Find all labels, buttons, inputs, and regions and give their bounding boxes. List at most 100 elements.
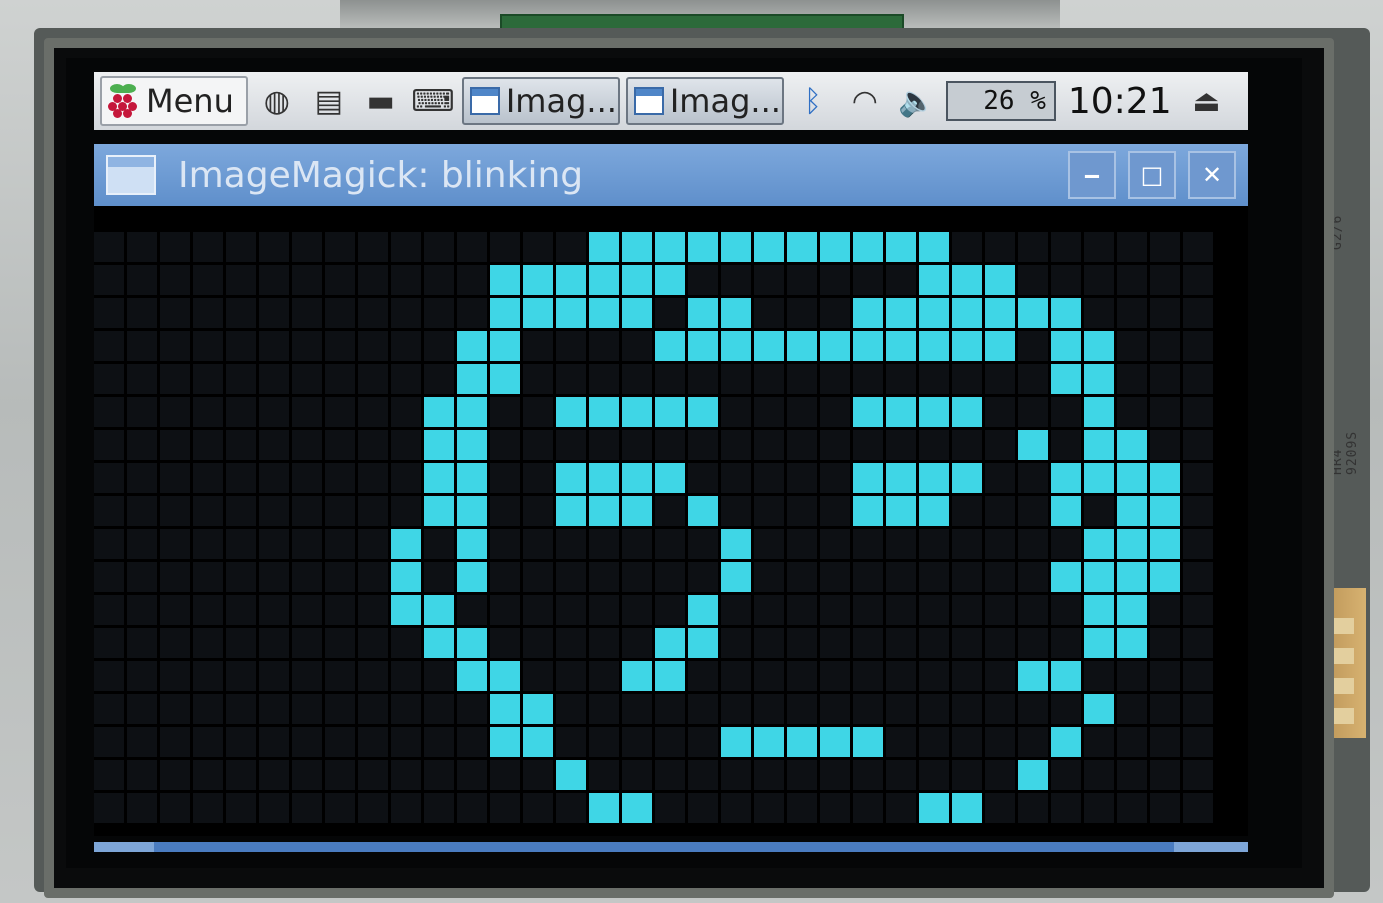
app-window-icon[interactable] (106, 155, 156, 195)
unlit-pixel (523, 661, 553, 691)
unlit-pixel (589, 364, 619, 394)
unlit-pixel (127, 694, 157, 724)
unlit-pixel (193, 793, 223, 823)
unlit-pixel (622, 595, 652, 625)
unlit-pixel (490, 760, 520, 790)
lit-pixel (853, 727, 883, 757)
unlit-pixel (193, 463, 223, 493)
unlit-pixel (160, 760, 190, 790)
lit-pixel (523, 265, 553, 295)
unlit-pixel (952, 430, 982, 460)
unlit-pixel (259, 331, 289, 361)
unlit-pixel (655, 298, 685, 328)
unlit-pixel (985, 463, 1015, 493)
lit-pixel (622, 661, 652, 691)
lit-pixel (1084, 529, 1114, 559)
unlit-pixel (589, 760, 619, 790)
unlit-pixel (754, 628, 784, 658)
unlit-pixel (160, 463, 190, 493)
close-button[interactable]: ✕ (1188, 151, 1236, 199)
window-icon (633, 87, 664, 115)
eject-icon[interactable]: ⏏ (1184, 78, 1230, 124)
unlit-pixel (259, 562, 289, 592)
unlit-pixel (622, 529, 652, 559)
unlit-pixel (358, 562, 388, 592)
lit-pixel (886, 298, 916, 328)
lit-pixel (1018, 298, 1048, 328)
unlit-pixel (523, 529, 553, 559)
unlit-pixel (754, 430, 784, 460)
unlit-pixel (226, 331, 256, 361)
unlit-pixel (655, 727, 685, 757)
file-manager-icon[interactable]: ▤ (306, 78, 352, 124)
lit-pixel (1018, 430, 1048, 460)
unlit-pixel (259, 298, 289, 328)
unlit-pixel (754, 760, 784, 790)
unlit-pixel (1117, 364, 1147, 394)
lit-pixel (787, 331, 817, 361)
terminal-icon[interactable]: ▬ (358, 78, 404, 124)
window-titlebar[interactable]: ImageMagick: blinking ‒ □ ✕ (94, 144, 1248, 206)
lit-pixel (589, 496, 619, 526)
menu-button[interactable]: Menu (100, 76, 248, 126)
scrollbar-thumb[interactable] (154, 842, 1174, 852)
unlit-pixel (820, 661, 850, 691)
unlit-pixel (523, 595, 553, 625)
volume-icon[interactable]: 🔈 (894, 78, 940, 124)
maximize-button[interactable]: □ (1128, 151, 1176, 199)
unlit-pixel (358, 463, 388, 493)
web-browser-icon[interactable]: ◍ (254, 78, 300, 124)
unlit-pixel (556, 694, 586, 724)
unlit-pixel (919, 760, 949, 790)
unlit-pixel (952, 232, 982, 262)
unlit-pixel (127, 628, 157, 658)
unlit-pixel (787, 430, 817, 460)
unlit-pixel (523, 331, 553, 361)
unlit-pixel (292, 661, 322, 691)
unlit-pixel (127, 430, 157, 460)
lit-pixel (1117, 463, 1147, 493)
unlit-pixel (193, 397, 223, 427)
unlit-pixel (325, 496, 355, 526)
unlit-pixel (985, 661, 1015, 691)
unlit-pixel (952, 727, 982, 757)
lit-pixel (919, 463, 949, 493)
unlit-pixel (94, 298, 124, 328)
unlit-pixel (160, 496, 190, 526)
unlit-pixel (721, 694, 751, 724)
horizontal-scrollbar[interactable] (94, 842, 1248, 852)
taskbar-window-button-2[interactable]: Imag... (625, 77, 784, 125)
unlit-pixel (226, 232, 256, 262)
unlit-pixel (1051, 430, 1081, 460)
unlit-pixel (127, 760, 157, 790)
lit-pixel (1117, 529, 1147, 559)
bluetooth-icon[interactable]: ᛒ (790, 78, 836, 124)
lit-pixel (952, 265, 982, 295)
lit-pixel (589, 793, 619, 823)
unlit-pixel (919, 364, 949, 394)
lit-pixel (1150, 562, 1180, 592)
unlit-pixel (589, 430, 619, 460)
lit-pixel (721, 562, 751, 592)
unlit-pixel (391, 364, 421, 394)
unlit-pixel (391, 760, 421, 790)
unlit-pixel (1084, 661, 1114, 691)
unlit-pixel (1150, 628, 1180, 658)
unlit-pixel (226, 760, 256, 790)
unlit-pixel (1150, 694, 1180, 724)
unlit-pixel (1150, 232, 1180, 262)
unlit-pixel (292, 397, 322, 427)
lit-pixel (655, 265, 685, 295)
keyboard-icon[interactable]: ⌨ (410, 78, 456, 124)
unlit-pixel (391, 430, 421, 460)
wifi-icon[interactable]: ◠ (842, 78, 888, 124)
cpu-monitor[interactable]: 26 % (945, 81, 1056, 121)
lit-pixel (853, 463, 883, 493)
unlit-pixel (160, 298, 190, 328)
unlit-pixel (655, 364, 685, 394)
device-case: G2/6 HR4 9209S Menu ◍ ▤ ▬ ⌨ Imag... Imag… (0, 0, 1383, 903)
taskbar-window-button-1[interactable]: Imag... (461, 77, 620, 125)
minimize-button[interactable]: ‒ (1068, 151, 1116, 199)
unlit-pixel (259, 727, 289, 757)
clock[interactable]: 10:21 (1062, 81, 1178, 122)
